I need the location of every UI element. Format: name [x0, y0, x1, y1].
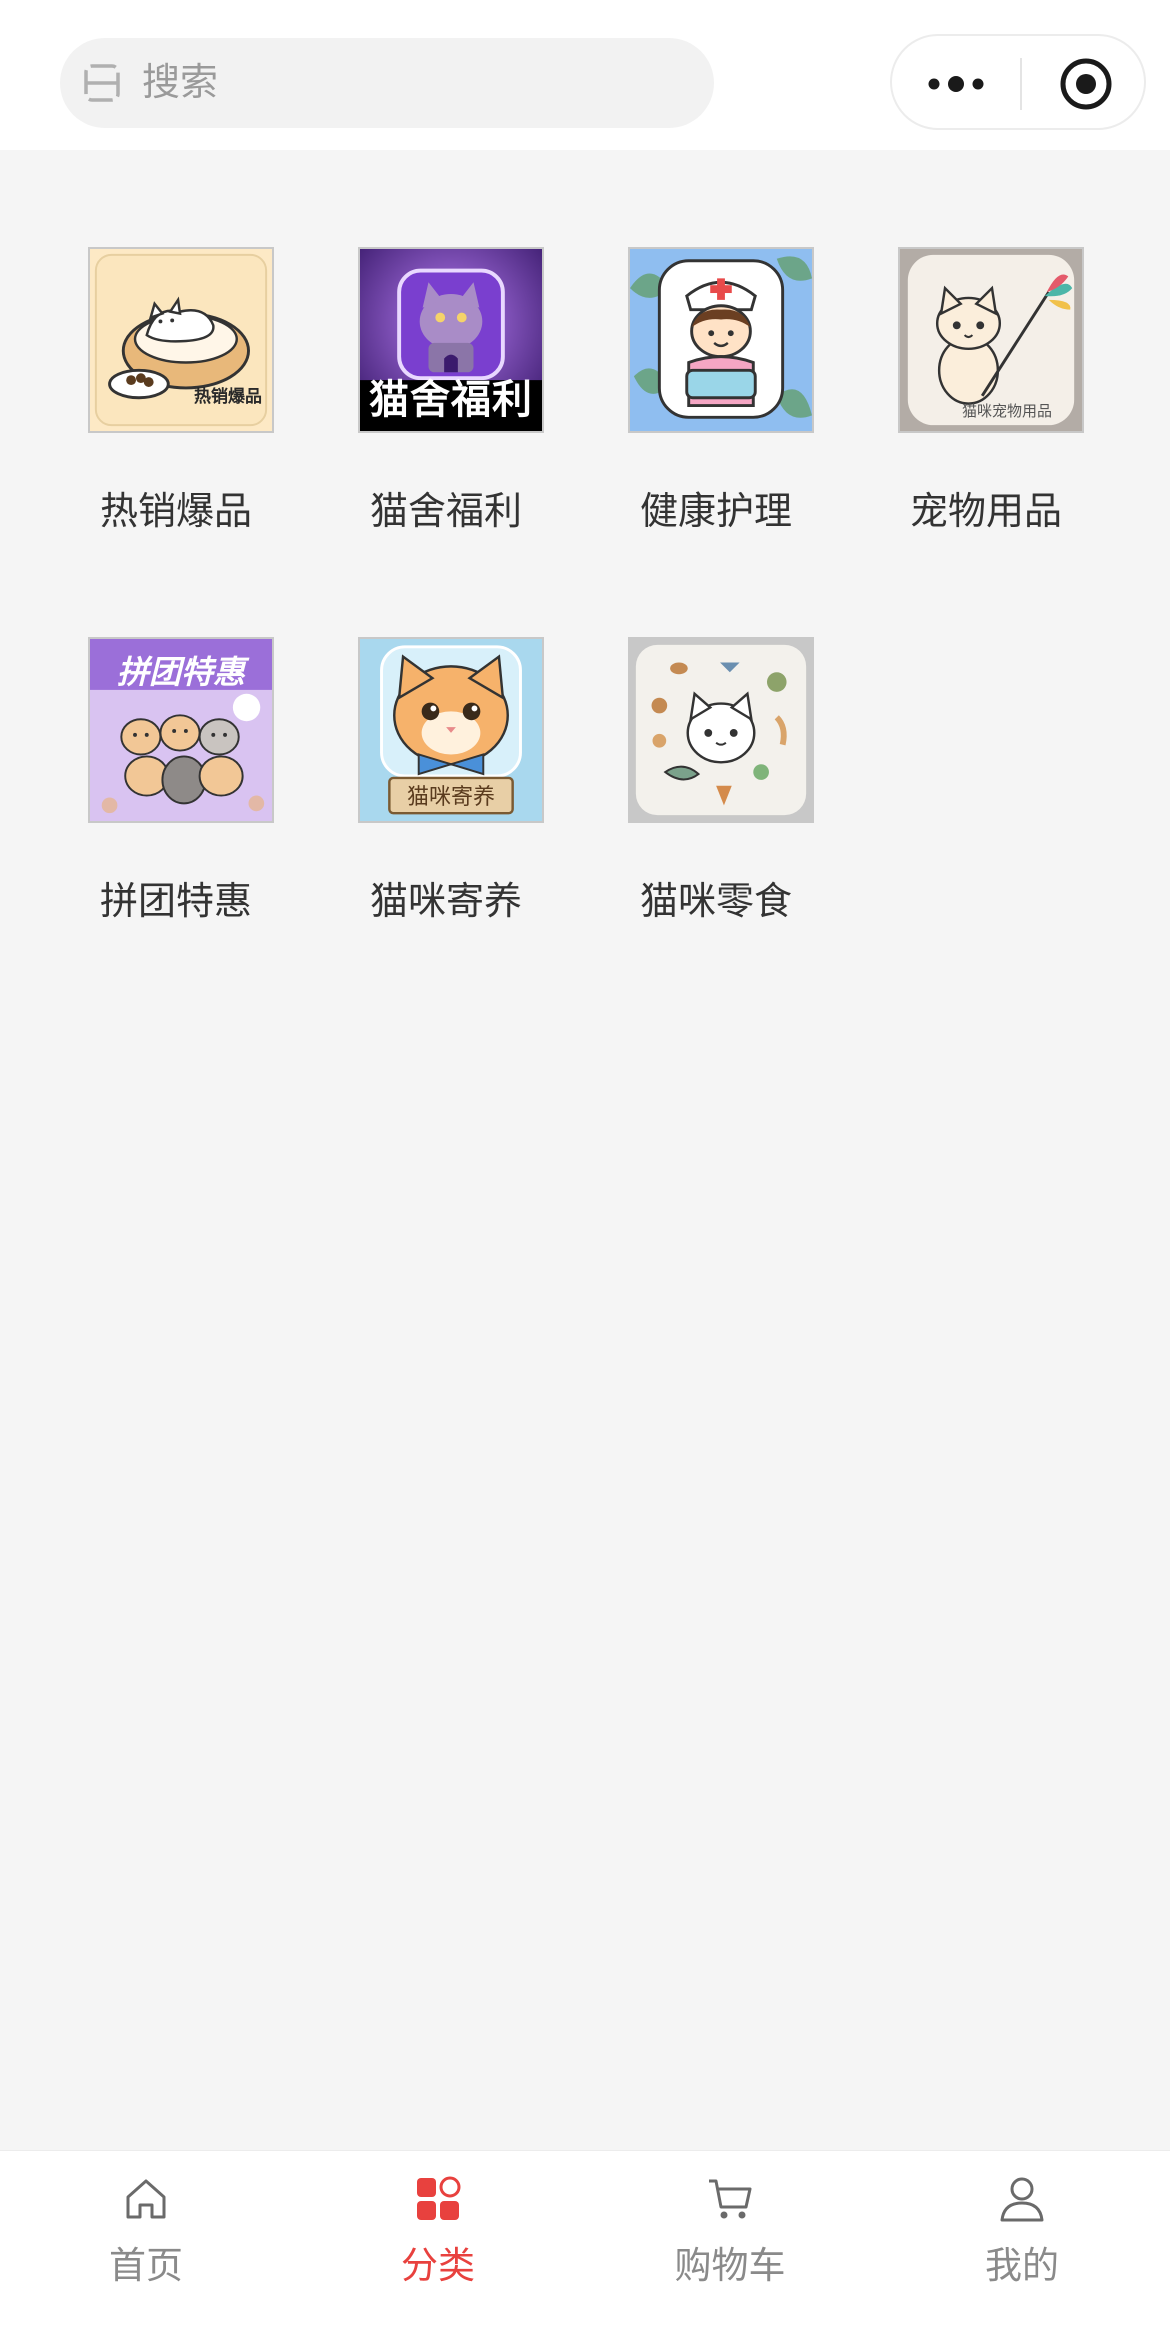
scan-icon [84, 64, 120, 102]
close-miniprogram-icon[interactable] [1058, 56, 1114, 112]
category-item-hot-sale[interactable]: 热销爆品 热销爆品 [41, 150, 311, 533]
thumb-text: 猫舍福利 [369, 378, 533, 422]
cat-with-feather-toy-image: 猫咪宠物用品 [898, 247, 1084, 433]
thumb-text: 拼团特惠 [116, 654, 245, 690]
category-label: 宠物用品 [909, 491, 1062, 533]
category-label: 拼团特惠 [99, 881, 252, 923]
more-icon[interactable] [924, 60, 988, 108]
home-icon [126, 2179, 166, 2219]
search-placeholder: 搜索 [142, 62, 219, 104]
top-bar: 搜索 [0, 0, 1170, 150]
category-label: 健康护理 [639, 491, 792, 533]
cat-with-snacks-image [628, 637, 814, 823]
orange-cat-bowtie-image: 猫咪寄养 [358, 637, 544, 823]
nav-item-mine[interactable]: 我的 [876, 2151, 1168, 2331]
nav-label: 我的 [985, 2245, 1059, 2286]
category-label: 热销爆品 [99, 491, 252, 533]
category-item-pet-supplies[interactable]: 猫咪宠物用品 宠物用品 [851, 150, 1121, 533]
category-label: 猫咪零食 [639, 881, 792, 923]
nav-label: 分类 [401, 2245, 475, 2286]
nav-item-cart[interactable]: 购物车 [584, 2151, 876, 2331]
purple-cat-house-image: 猫舍福利 [358, 247, 544, 433]
category-item-cat-snacks[interactable]: 猫咪零食 [581, 540, 851, 923]
miniprogram-capsule [890, 34, 1146, 130]
category-item-cattery-welfare[interactable]: 猫舍福利 猫舍福利 [311, 150, 581, 533]
capsule-divider [1020, 58, 1022, 110]
nav-item-category[interactable]: 分类 [292, 2151, 584, 2331]
nurse-image [628, 247, 814, 433]
user-icon [1000, 2177, 1044, 2222]
category-label: 猫舍福利 [369, 491, 522, 533]
thumb-text: 热销爆品 [194, 387, 262, 406]
category-item-health-care[interactable]: 健康护理 [581, 150, 851, 533]
category-label: 猫咪寄养 [369, 881, 522, 923]
nav-label: 购物车 [674, 2245, 786, 2286]
bottom-nav: 首页 分类 购物车 我的 [0, 2150, 1170, 2331]
cart-icon [709, 2179, 752, 2219]
nav-item-home[interactable]: 首页 [0, 2151, 292, 2331]
thumb-text: 猫咪寄养 [406, 784, 495, 809]
search-bar[interactable]: 搜索 [60, 38, 714, 128]
cat-in-bed-image: 热销爆品 [88, 247, 274, 433]
hamsters-image: 拼团特惠 [88, 637, 274, 823]
category-item-cat-boarding[interactable]: 猫咪寄养 猫咪寄养 [311, 540, 581, 923]
thumb-text: 猫咪宠物用品 [962, 403, 1053, 420]
category-item-group-buy[interactable]: 拼团特惠 拼团特惠 [41, 540, 311, 923]
category-icon [417, 2176, 461, 2220]
nav-label: 首页 [109, 2245, 183, 2286]
